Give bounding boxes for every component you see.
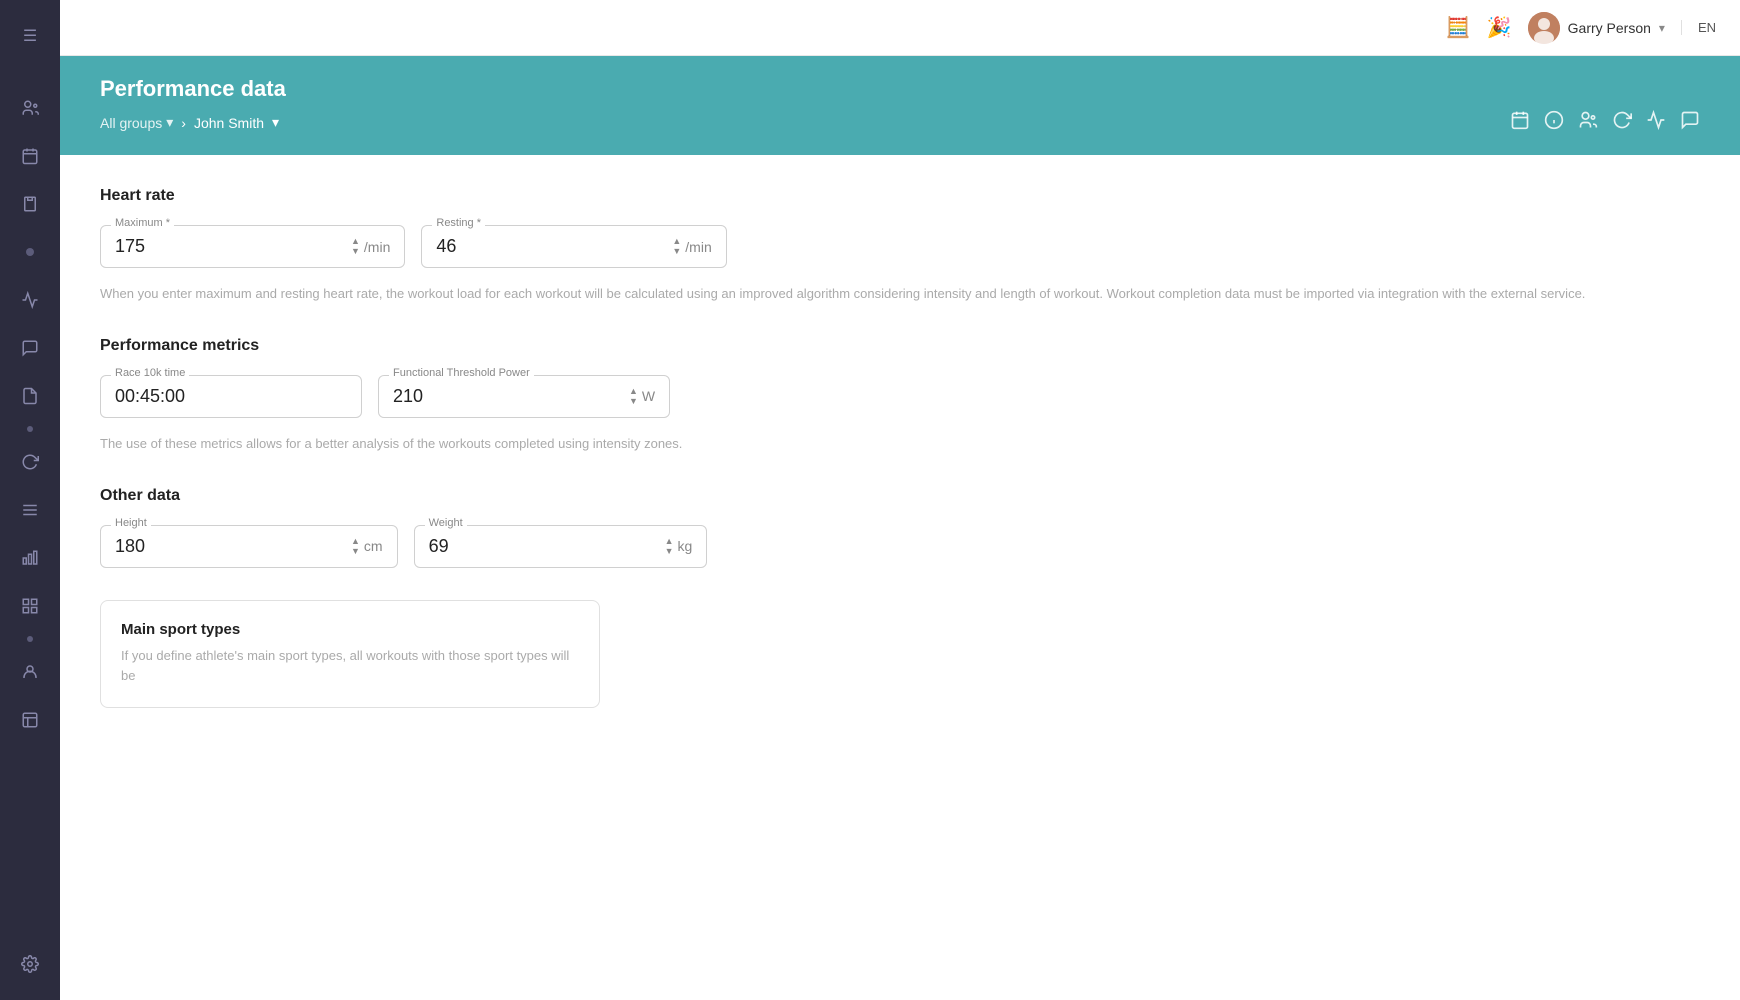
schedule-icon[interactable] (10, 700, 50, 740)
weight-label: Weight (425, 517, 467, 529)
sync-icon[interactable] (10, 442, 50, 482)
ftp-field: Functional Threshold Power ▲ ▼ W (378, 375, 670, 418)
maximum-field: Maximum * ▲ ▼ /min (100, 225, 405, 268)
heart-rate-section: Heart rate Maximum * ▲ ▼ /min Resting * (100, 187, 1700, 305)
resting-up-icon[interactable]: ▲ (672, 237, 681, 246)
messages-icon[interactable] (10, 328, 50, 368)
top-header: 🧮 🎉 Garry Person ▾ EN (60, 0, 1740, 56)
bar-chart-icon[interactable] (10, 538, 50, 578)
people-toolbar-icon[interactable] (1578, 110, 1598, 135)
performance-metrics-title: Performance metrics (100, 337, 1700, 355)
performance-metrics-section: Performance metrics Race 10k time Functi… (100, 337, 1700, 455)
maximum-spinners[interactable]: ▲ ▼ (351, 237, 360, 256)
weight-spinners[interactable]: ▲ ▼ (665, 537, 674, 556)
sidebar: ☰ (0, 0, 60, 1000)
avatar (1528, 12, 1560, 44)
page-title: Performance data (100, 76, 1700, 102)
all-groups-link[interactable]: All groups ▾ (100, 114, 173, 131)
resting-unit: /min (685, 239, 711, 255)
height-input[interactable] (115, 536, 347, 557)
breadcrumb-separator: › (181, 115, 186, 131)
page-header: Performance data All groups ▾ › John Smi… (60, 56, 1740, 155)
height-unit: cm (364, 538, 383, 554)
heart-rate-info: When you enter maximum and resting heart… (100, 284, 1700, 305)
language-selector[interactable]: EN (1681, 20, 1716, 35)
message-toolbar-icon[interactable] (1680, 110, 1700, 135)
other-data-section: Other data Height ▲ ▼ cm Weight (100, 487, 1700, 568)
main-area: 🧮 🎉 Garry Person ▾ EN Performance data A… (60, 0, 1740, 1000)
performance-metrics-info: The use of these metrics allows for a be… (100, 434, 1700, 455)
weight-up-icon[interactable]: ▲ (665, 537, 674, 546)
maximum-down-icon[interactable]: ▼ (351, 247, 360, 256)
grid-icon[interactable] (10, 586, 50, 626)
settings-icon[interactable] (10, 944, 50, 984)
content-area: Heart rate Maximum * ▲ ▼ /min Resting * (60, 155, 1740, 1000)
sport-types-title: Main sport types (121, 621, 579, 638)
calendar-nav-icon[interactable] (10, 136, 50, 176)
resting-field: Resting * ▲ ▼ /min (421, 225, 726, 268)
list-icon[interactable] (10, 490, 50, 530)
ftp-unit: W (642, 388, 655, 404)
resting-spinners[interactable]: ▲ ▼ (672, 237, 681, 256)
chevron-icon: ▾ (166, 114, 173, 131)
weight-input[interactable] (429, 536, 661, 557)
trend-toolbar-icon[interactable] (1646, 110, 1666, 135)
circle-icon[interactable] (10, 232, 50, 272)
analytics-icon[interactable] (10, 280, 50, 320)
ftp-input[interactable] (393, 386, 625, 407)
info-toolbar-icon[interactable] (1544, 110, 1564, 135)
user-name: Garry Person (1568, 20, 1651, 36)
height-label: Height (111, 517, 151, 529)
height-up-icon[interactable]: ▲ (351, 537, 360, 546)
sport-types-text: If you define athlete's main sport types… (121, 646, 579, 688)
other-data-title: Other data (100, 487, 1700, 505)
maximum-input[interactable] (115, 236, 347, 257)
resting-label: Resting * (432, 217, 485, 229)
resting-down-icon[interactable]: ▼ (672, 247, 681, 256)
calculator-icon[interactable]: 🧮 (1446, 15, 1471, 40)
weight-unit: kg (678, 538, 693, 554)
performance-metrics-fields: Race 10k time Functional Threshold Power… (100, 375, 1700, 418)
documents-icon[interactable] (10, 376, 50, 416)
height-field: Height ▲ ▼ cm (100, 525, 398, 568)
toolbar (1510, 110, 1700, 135)
height-down-icon[interactable]: ▼ (351, 547, 360, 556)
race-10k-label: Race 10k time (111, 367, 189, 379)
maximum-label: Maximum * (111, 217, 174, 229)
ftp-label: Functional Threshold Power (389, 367, 534, 379)
menu-icon[interactable]: ☰ (10, 16, 50, 56)
breadcrumb: All groups ▾ › John Smith ▾ (100, 114, 279, 131)
calendar-toolbar-icon[interactable] (1510, 110, 1530, 135)
resting-input[interactable] (436, 236, 668, 257)
maximum-unit: /min (364, 239, 390, 255)
ftp-up-icon[interactable]: ▲ (629, 387, 638, 396)
user-info[interactable]: Garry Person ▾ (1528, 12, 1665, 44)
ftp-spinners[interactable]: ▲ ▼ (629, 387, 638, 406)
celebration-icon[interactable]: 🎉 (1487, 15, 1512, 40)
maximum-up-icon[interactable]: ▲ (351, 237, 360, 246)
person-chevron-icon: ▾ (272, 114, 279, 131)
sport-types-card: Main sport types If you define athlete's… (100, 600, 600, 709)
race-10k-field: Race 10k time (100, 375, 362, 418)
height-spinners[interactable]: ▲ ▼ (351, 537, 360, 556)
clipboard-icon[interactable] (10, 184, 50, 224)
users-icon[interactable] (10, 88, 50, 128)
ftp-down-icon[interactable]: ▼ (629, 397, 638, 406)
race-10k-input[interactable] (115, 386, 347, 407)
person-icon[interactable] (10, 652, 50, 692)
weight-field: Weight ▲ ▼ kg (414, 525, 708, 568)
person-name: John Smith (194, 115, 264, 131)
refresh-toolbar-icon[interactable] (1612, 110, 1632, 135)
weight-down-icon[interactable]: ▼ (665, 547, 674, 556)
other-data-fields: Height ▲ ▼ cm Weight (100, 525, 1700, 568)
chevron-down-icon: ▾ (1659, 21, 1665, 35)
heart-rate-fields: Maximum * ▲ ▼ /min Resting * (100, 225, 1700, 268)
heart-rate-title: Heart rate (100, 187, 1700, 205)
